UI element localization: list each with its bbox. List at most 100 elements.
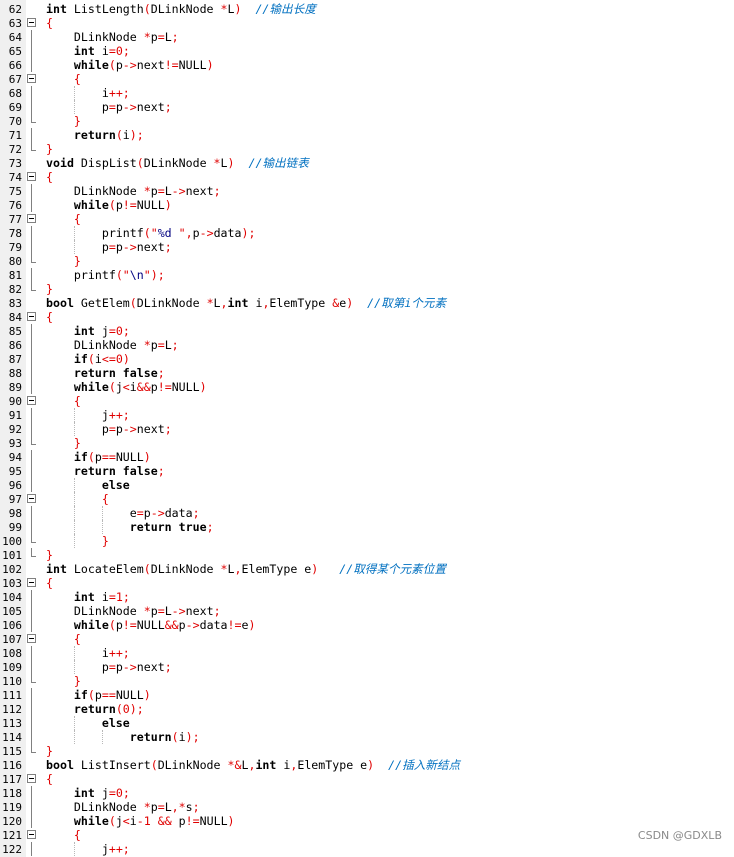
code-line[interactable]: 96 else [0,478,734,492]
fold-line [26,422,40,436]
code-line[interactable]: 91 j++; [0,408,734,422]
code-line[interactable]: 110 } [0,674,734,688]
code-line[interactable]: 106 while(p!=NULL&&p->data!=e) [0,618,734,632]
fold-toggle-icon[interactable] [26,632,40,646]
fold-line [26,506,40,520]
code-line[interactable]: 119 DLinkNode *p=L,*s; [0,800,734,814]
code-text: } [46,744,53,758]
code-line[interactable]: 71 return(i); [0,128,734,142]
fold-toggle-icon[interactable] [26,212,40,226]
code-line[interactable]: 82} [0,282,734,296]
code-line[interactable]: 75 DLinkNode *p=L->next; [0,184,734,198]
line-number: 104 [2,591,22,604]
fold-toggle-icon[interactable] [26,310,40,324]
code-line[interactable]: 108 i++; [0,646,734,660]
code-line[interactable]: 89 while(j<i&&p!=NULL) [0,380,734,394]
code-line[interactable]: 94 if(p==NULL) [0,450,734,464]
fold-line [26,86,40,100]
code-line[interactable]: 78 printf("%d ",p->data); [0,226,734,240]
code-line[interactable]: 62 int ListLength(DLinkNode *L) //输出长度 [0,2,734,16]
code-text: i++; [46,86,130,100]
fold-toggle-icon[interactable] [26,492,40,506]
code-line[interactable]: 103 { [0,576,734,590]
code-line[interactable]: 104 int i=1; [0,590,734,604]
code-line[interactable]: 74 { [0,170,734,184]
code-line[interactable]: 111 if(p==NULL) [0,688,734,702]
line-number: 70 [8,115,22,128]
code-line[interactable]: 90 { [0,394,734,408]
code-line[interactable]: 88 return false; [0,366,734,380]
code-line[interactable]: 67 { [0,72,734,86]
fold-toggle-icon[interactable] [26,772,40,786]
code-line[interactable]: 86 DLinkNode *p=L; [0,338,734,352]
line-number: 99 [8,521,22,534]
line-number: 116 [2,759,22,772]
fold-toggle-icon[interactable] [26,828,40,842]
code-line[interactable]: 64 DLinkNode *p=L; [0,30,734,44]
code-line[interactable]: 102 int LocateElem(DLinkNode *L,ElemType … [0,562,734,576]
line-number: 108 [2,647,22,660]
code-line[interactable]: 84 { [0,310,734,324]
code-line[interactable]: 65 int i=0; [0,44,734,58]
code-line[interactable]: 121 { [0,828,734,842]
code-line[interactable]: 72} [0,142,734,156]
code-line[interactable]: 109 p=p->next; [0,660,734,674]
code-line[interactable]: 97 { [0,492,734,506]
fold-toggle-icon[interactable] [26,576,40,590]
fold-line [26,240,40,254]
code-line[interactable]: 87 if(i<=0) [0,352,734,366]
code-text: j++; [46,842,130,856]
code-line[interactable]: 113 else [0,716,734,730]
code-line[interactable]: 66 while(p->next!=NULL) [0,58,734,72]
code-line[interactable]: 98 e=p->data; [0,506,734,520]
code-line[interactable]: 85 int j=0; [0,324,734,338]
code-line[interactable]: 120 while(j<i-1 && p!=NULL) [0,814,734,828]
code-line[interactable]: 101} [0,548,734,562]
code-line[interactable]: 93 } [0,436,734,450]
code-text: { [46,310,53,324]
fold-line [26,800,40,814]
code-line[interactable]: 73 void DispList(DLinkNode *L) //输出链表 [0,156,734,170]
code-line[interactable]: 63 { [0,16,734,30]
line-number: 109 [2,661,22,674]
code-text: { [73,72,81,86]
fold-toggle-icon[interactable] [26,72,40,86]
code-line[interactable]: 83 bool GetElem(DLinkNode *L,int i,ElemTy… [0,296,734,310]
code-text: int j=0; [73,786,130,800]
code-line[interactable]: 112 return(0); [0,702,734,716]
code-line[interactable]: 68 i++; [0,86,734,100]
code-line[interactable]: 80 } [0,254,734,268]
code-line[interactable]: 81 printf("\n"); [0,268,734,282]
code-line[interactable]: 92 p=p->next; [0,422,734,436]
code-line[interactable]: 117 { [0,772,734,786]
code-line[interactable]: 115} [0,744,734,758]
line-number: 75 [8,185,22,198]
code-text: DLinkNode *p=L,*s; [46,800,200,814]
line-number: 73 [8,157,22,170]
code-line[interactable]: 77 { [0,212,734,226]
fold-end-marker [26,254,40,268]
code-line[interactable]: 116 bool ListInsert(DLinkNode *&L,int i,E… [0,758,734,772]
code-line[interactable]: 105 DLinkNode *p=L->next; [0,604,734,618]
code-line[interactable]: 114 return(i); [0,730,734,744]
code-line[interactable]: 122 j++; [0,842,734,856]
fold-toggle-icon[interactable] [26,16,40,30]
code-line[interactable]: 76 while(p!=NULL) [0,198,734,212]
code-line[interactable]: 69 p=p->next; [0,100,734,114]
code-line[interactable]: 100 } [0,534,734,548]
code-text: int j=0; [73,324,130,338]
code-text: { [46,170,53,184]
line-number: 121 [2,829,22,842]
code-line[interactable]: 118 int j=0; [0,786,734,800]
code-line[interactable]: 99 return true; [0,520,734,534]
code-line[interactable]: 70 } [0,114,734,128]
fold-toggle-icon[interactable] [26,394,40,408]
fold-line [26,226,40,240]
line-number: 67 [8,73,22,86]
line-number: 63 [8,17,22,30]
code-text: else [101,478,130,492]
fold-toggle-icon[interactable] [26,170,40,184]
code-line[interactable]: 107 { [0,632,734,646]
code-line[interactable]: 95 return false; [0,464,734,478]
code-line[interactable]: 79 p=p->next; [0,240,734,254]
